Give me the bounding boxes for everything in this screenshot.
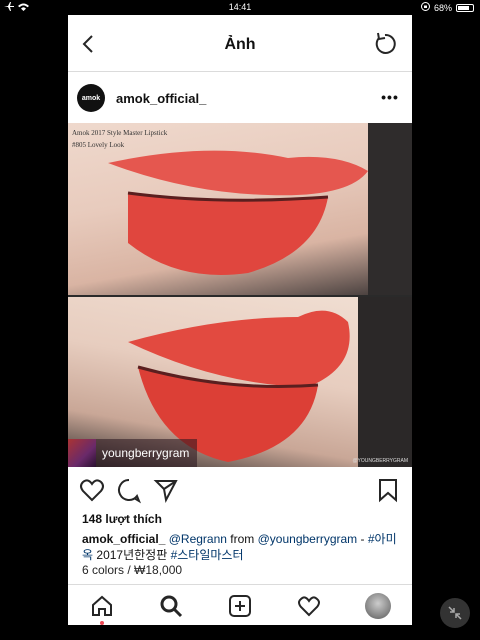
repost-badge[interactable]: youngberrygram (68, 439, 198, 467)
plus-square-icon[interactable] (227, 593, 253, 619)
post-photo[interactable]: Amok 2017 Style Master Lipstick #805 Lov… (68, 123, 412, 467)
status-right: 68% (420, 2, 474, 13)
caption-from: from (230, 532, 255, 546)
caption-dash: - (360, 532, 365, 546)
avatar-text: amok (81, 94, 101, 102)
status-time: 14:41 (228, 2, 252, 12)
bottom-tab-bar (68, 584, 412, 625)
activity-heart-icon[interactable] (296, 593, 322, 619)
collapse-icon[interactable] (440, 598, 470, 628)
page-title: Ảnh (224, 36, 256, 53)
home-icon[interactable] (89, 593, 115, 619)
mention-youngberrygram[interactable]: @youngberrygram (258, 532, 358, 546)
send-icon[interactable] (152, 476, 180, 504)
battery-fill (458, 5, 469, 10)
refresh-icon[interactable] (370, 29, 400, 59)
watermark: @YOUNGBERRYGRAM (352, 458, 408, 464)
post-actions (68, 470, 412, 510)
notification-dot (100, 621, 104, 625)
top-bar: Ảnh (68, 15, 412, 72)
caption-username[interactable]: amok_official_ (82, 532, 165, 546)
status-bar: 14:41 68% (0, 0, 480, 14)
comment-icon[interactable] (115, 476, 143, 504)
battery-percent: 68% (433, 2, 452, 13)
repost-thumb (68, 439, 96, 467)
post-caption: amok_official_ @Regrann from @youngberry… (82, 531, 402, 563)
overlay-line2: #805 Lovely Look (72, 141, 125, 149)
more-dots-icon[interactable]: ••• (380, 89, 400, 105)
lock-rotation-icon (420, 2, 430, 13)
caption-price-line: 6 colors / ₩18,000 (82, 563, 183, 577)
bookmark-icon[interactable] (374, 476, 402, 504)
overlay-line1: Amok 2017 Style Master Lipstick (72, 129, 168, 137)
avatar[interactable]: amok (77, 84, 105, 112)
profile-avatar[interactable] (365, 593, 391, 619)
mention-regrann[interactable]: @Regrann (169, 532, 227, 546)
photo-panel-top: Amok 2017 Style Master Lipstick #805 Lov… (68, 123, 412, 295)
repost-username: youngberrygram (102, 446, 190, 460)
post-username[interactable]: amok_official_ (116, 91, 206, 106)
caption-plain: 2017년한정판 (96, 548, 168, 562)
battery-icon (456, 3, 474, 12)
hashtag-2[interactable]: #스타일마스터 (171, 548, 244, 562)
photo-overlay-text: Amok 2017 Style Master Lipstick #805 Lov… (72, 127, 167, 151)
likes-count[interactable]: 148 lượt thích (82, 512, 162, 526)
search-icon[interactable] (158, 593, 184, 619)
post-header: amok amok_official_ ••• (68, 73, 412, 123)
app-window: Ảnh amok amok_official_ ••• Amok 2017 St… (68, 15, 412, 625)
photo-panel-bottom: youngberrygram @YOUNGBERRYGRAM (68, 297, 412, 467)
heart-icon[interactable] (78, 476, 106, 504)
